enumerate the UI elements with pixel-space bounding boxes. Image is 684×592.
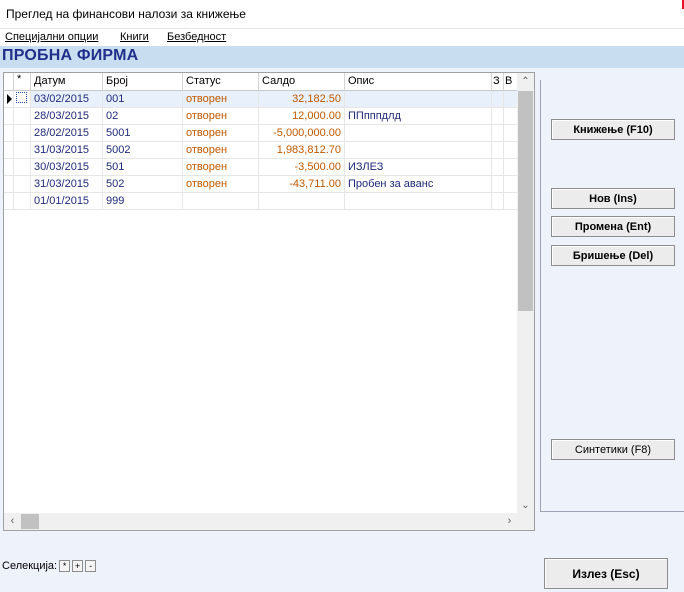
cell-v	[504, 125, 518, 141]
horizontal-scrollbar[interactable]: ‹ ›	[4, 513, 518, 530]
cell-z	[492, 91, 504, 107]
grid-rows: 03/02/2015 001 отворен 32,182.50 28/03/2…	[4, 91, 518, 210]
new-button[interactable]: Нов (Ins)	[551, 188, 675, 209]
menu-bar: Специјални опции Книги Безбедност	[0, 28, 684, 46]
cell-date: 28/03/2015	[31, 108, 103, 124]
selection-controls: Селекција: * + -	[2, 560, 97, 572]
vertical-scroll-thumb[interactable]	[518, 91, 533, 311]
cell-saldo: -43,711.00	[259, 176, 345, 192]
table-row[interactable]: 30/03/2015 501 отворен -3,500.00 ИЗЛЕЗ	[4, 159, 518, 176]
table-row[interactable]: 28/03/2015 02 отворен 12,000.00 ППпппдлд	[4, 108, 518, 125]
cell-v	[504, 108, 518, 124]
cell-z	[492, 142, 504, 158]
grid-header: * Датум Број Статус Салдо Опис З В	[4, 73, 518, 91]
cell-v	[504, 142, 518, 158]
cell-date: 31/03/2015	[31, 176, 103, 192]
cell-number: 5002	[103, 142, 183, 158]
cell-description: ППпппдлд	[345, 108, 492, 124]
scroll-up-icon[interactable]: ⌃	[517, 73, 534, 90]
delete-button[interactable]: Бришење (Del)	[551, 245, 675, 266]
cell-z	[492, 176, 504, 192]
cell-saldo	[259, 193, 345, 209]
cell-number: 501	[103, 159, 183, 175]
cell-status: отворен	[183, 125, 259, 141]
edit-button[interactable]: Промена (Ent)	[551, 216, 675, 237]
window-title: Преглед на финансови налози за книжење	[6, 7, 246, 21]
cell-date: 31/03/2015	[31, 142, 103, 158]
exit-button[interactable]: Излез (Esc)	[544, 558, 668, 589]
cell-description	[345, 142, 492, 158]
cell-saldo: 1,983,812.70	[259, 142, 345, 158]
cell-description	[345, 193, 492, 209]
post-button[interactable]: Книжење (F10)	[551, 119, 675, 140]
menu-books[interactable]: Книги	[120, 31, 149, 43]
cell-number: 5001	[103, 125, 183, 141]
company-name-bar: ПРОБНА ФИРМА	[0, 46, 684, 68]
cell-saldo: 32,182.50	[259, 91, 345, 107]
col-z[interactable]: З	[492, 73, 504, 91]
scroll-down-icon[interactable]: ⌄	[517, 497, 534, 514]
col-description[interactable]: Опис	[345, 73, 492, 91]
ledger-orders-grid[interactable]: * Датум Број Статус Салдо Опис З В 03/02…	[3, 72, 535, 531]
select-all-button[interactable]: *	[59, 560, 71, 572]
cell-v	[504, 176, 518, 192]
cell-saldo: -3,500.00	[259, 159, 345, 175]
vertical-scrollbar[interactable]: ⌃ ⌄	[517, 73, 534, 514]
cell-status: отворен	[183, 159, 259, 175]
col-saldo[interactable]: Салдо	[259, 73, 345, 91]
cell-description	[345, 125, 492, 141]
select-plus-button[interactable]: +	[72, 560, 84, 572]
cell-description: ИЗЛЕЗ	[345, 159, 492, 175]
col-status[interactable]: Статус	[183, 73, 259, 91]
cell-date: 28/02/2015	[31, 125, 103, 141]
table-row[interactable]: 31/03/2015 5002 отворен 1,983,812.70	[4, 142, 518, 159]
synthetics-button[interactable]: Синтетики (F8)	[551, 439, 675, 460]
current-row-indicator-icon	[7, 94, 12, 104]
row-checkbox[interactable]	[16, 92, 27, 103]
window-titlebar: Преглед на финансови налози за книжење	[0, 0, 684, 28]
cell-number: 502	[103, 176, 183, 192]
cell-z	[492, 125, 504, 141]
col-date[interactable]: Датум	[31, 73, 103, 91]
cell-status: отворен	[183, 142, 259, 158]
cell-date: 30/03/2015	[31, 159, 103, 175]
cell-z	[492, 159, 504, 175]
selection-label: Селекција:	[2, 560, 58, 572]
table-row[interactable]: 03/02/2015 001 отворен 32,182.50	[4, 91, 518, 108]
cell-saldo: 12,000.00	[259, 108, 345, 124]
cell-date: 01/01/2015	[31, 193, 103, 209]
col-number[interactable]: Број	[103, 73, 183, 91]
cell-status: отворен	[183, 91, 259, 107]
table-row[interactable]: 01/01/2015 999	[4, 193, 518, 210]
col-select[interactable]: *	[14, 73, 31, 91]
menu-security[interactable]: Безбедност	[167, 31, 226, 43]
cell-saldo: -5,000,000.00	[259, 125, 345, 141]
cell-status: отворен	[183, 108, 259, 124]
cell-z	[492, 193, 504, 209]
col-v[interactable]: В	[504, 73, 518, 91]
cell-z	[492, 108, 504, 124]
cell-number: 001	[103, 91, 183, 107]
scrollbar-corner	[517, 513, 534, 530]
scroll-left-icon[interactable]: ‹	[4, 513, 21, 530]
menu-special-options[interactable]: Специјални опции	[5, 31, 98, 43]
company-name: ПРОБНА ФИРМА	[2, 47, 139, 64]
cell-v	[504, 193, 518, 209]
cell-description	[345, 91, 492, 107]
cell-v	[504, 159, 518, 175]
table-row[interactable]: 31/03/2015 502 отворен -43,711.00 Пробен…	[4, 176, 518, 193]
cell-date: 03/02/2015	[31, 91, 103, 107]
cell-number: 02	[103, 108, 183, 124]
select-minus-button[interactable]: -	[85, 560, 97, 572]
scroll-right-icon[interactable]: ›	[501, 513, 518, 530]
cell-number: 999	[103, 193, 183, 209]
cell-status: отворен	[183, 176, 259, 192]
horizontal-scroll-thumb[interactable]	[21, 514, 39, 529]
cell-description: Пробен за аванс	[345, 176, 492, 192]
cell-status	[183, 193, 259, 209]
table-row[interactable]: 28/02/2015 5001 отворен -5,000,000.00	[4, 125, 518, 142]
cell-v	[504, 91, 518, 107]
